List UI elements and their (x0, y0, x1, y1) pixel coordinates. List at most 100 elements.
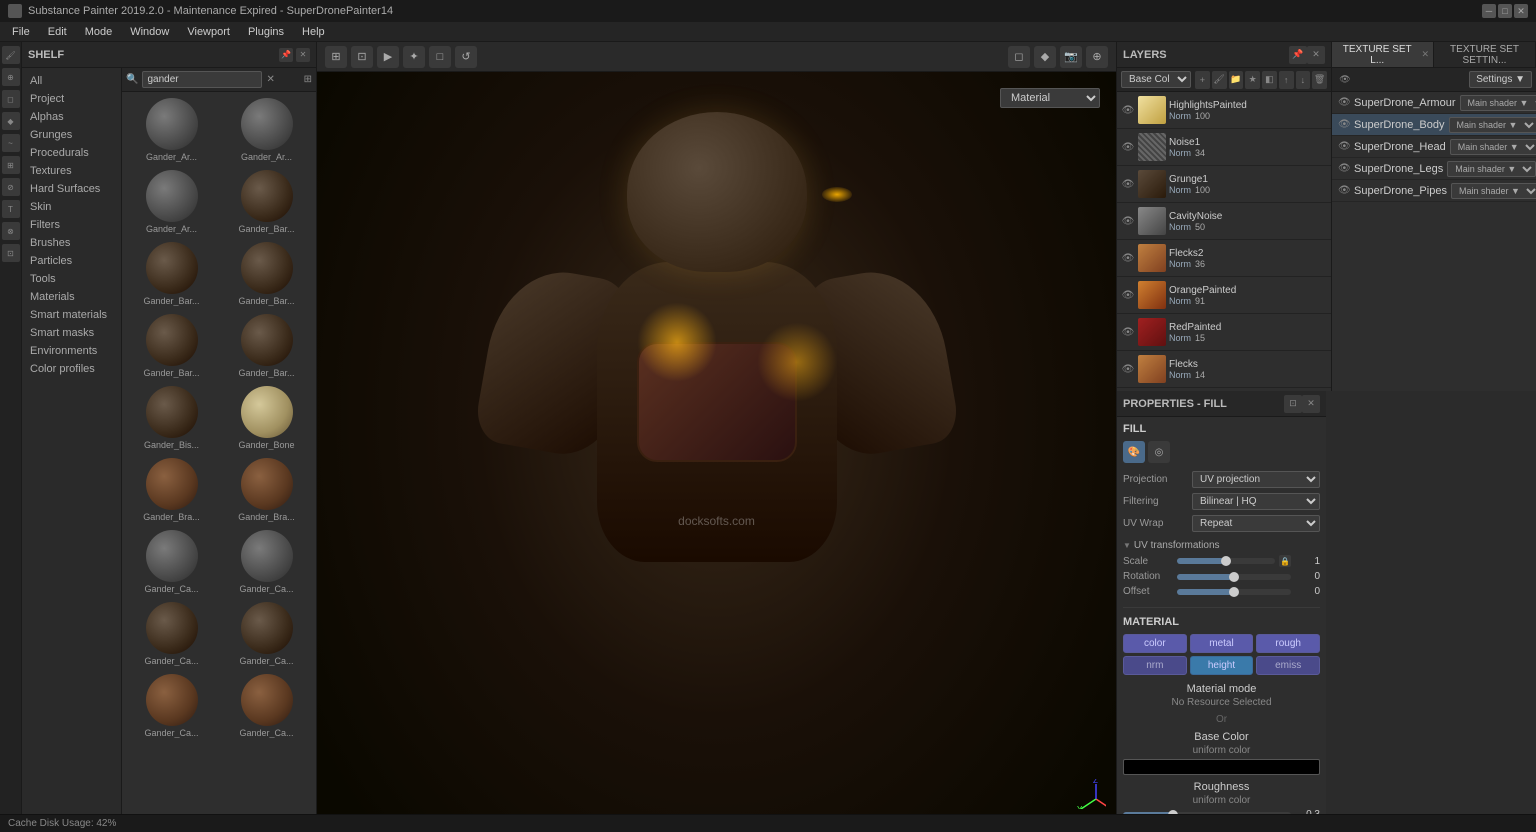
shelf-nav-materials[interactable]: Materials (22, 288, 121, 306)
uvwrap-select[interactable]: Repeat (1192, 515, 1320, 532)
shelf-item[interactable]: Gander_Bra... (221, 456, 312, 524)
maximize-button[interactable]: □ (1498, 4, 1512, 18)
vp-tool-grid[interactable]: ⊞ (325, 46, 347, 68)
ts-shader-select[interactable]: Main shader ▼ (1449, 117, 1536, 133)
shelf-nav-smart-materials[interactable]: Smart materials (22, 306, 121, 324)
layer-visibility[interactable]: 👁 (1121, 140, 1135, 154)
shelf-nav-grunges[interactable]: Grunges (22, 126, 121, 144)
layer-add-fill[interactable]: + (1195, 71, 1210, 89)
ts-settings-button[interactable]: Settings ▼ (1469, 71, 1532, 88)
shelf-nav-environments[interactable]: Environments (22, 342, 121, 360)
tool-measure[interactable]: ⊘ (2, 178, 20, 196)
rotation-thumb[interactable] (1229, 572, 1239, 582)
ts-item[interactable]: 👁 SuperDrone_Body Main shader ▼ (1332, 114, 1536, 136)
ts-tab-settings[interactable]: TEXTURE SET SETTIN... (1434, 42, 1536, 67)
shelf-nav-filters[interactable]: Filters (22, 216, 121, 234)
shelf-item[interactable]: Gander_Bar... (126, 240, 217, 308)
ts-visibility[interactable]: 👁 (1338, 185, 1350, 197)
layer-item[interactable]: 👁 Flecks2 Norm 36 (1117, 240, 1331, 277)
shelf-close-btn[interactable]: ✕ (296, 48, 310, 62)
ts-item[interactable]: 👁 SuperDrone_Pipes Main shader ▼ (1332, 180, 1536, 202)
layers-pin-btn[interactable]: 📌 (1289, 46, 1307, 64)
ts-tab-list[interactable]: TEXTURE SET L... ✕ (1332, 42, 1434, 67)
menu-plugins[interactable]: Plugins (240, 24, 292, 40)
layer-item[interactable]: 👁 CavityNoise Norm 50 (1117, 203, 1331, 240)
shelf-nav-brushes[interactable]: Brushes (22, 234, 121, 252)
menu-window[interactable]: Window (122, 24, 177, 40)
ts-item[interactable]: 👁 SuperDrone_Legs Main shader ▼ (1332, 158, 1536, 180)
tool-select[interactable]: ⊕ (2, 68, 20, 86)
shelf-nav-hard-surfaces[interactable]: Hard Surfaces (22, 180, 121, 198)
ts-visibility[interactable]: 👁 (1338, 141, 1350, 153)
scale-slider[interactable] (1177, 558, 1275, 564)
layer-visibility[interactable]: 👁 (1121, 177, 1135, 191)
material-dropdown[interactable]: Material (1000, 88, 1100, 108)
tool-extra2[interactable]: ⊡ (2, 244, 20, 262)
shelf-nav-project[interactable]: Project (22, 90, 121, 108)
channel-emiss[interactable]: emiss (1256, 656, 1320, 675)
vp-tool-rotate[interactable]: ↺ (455, 46, 477, 68)
shelf-item[interactable]: Gander_Ca... (126, 600, 217, 668)
layer-visibility[interactable]: 👁 (1121, 325, 1135, 339)
layer-item[interactable]: 👁 Flecks Norm 14 (1117, 351, 1331, 388)
menu-mode[interactable]: Mode (77, 24, 121, 40)
channel-metal[interactable]: metal (1190, 634, 1254, 653)
shelf-item[interactable]: Gander_Ca... (221, 528, 312, 596)
shelf-item[interactable]: Gander_Ca... (221, 672, 312, 740)
menu-viewport[interactable]: Viewport (179, 24, 238, 40)
shelf-item[interactable]: Gander_Bar... (221, 312, 312, 380)
ts-visibility[interactable]: 👁 (1338, 163, 1350, 175)
vp-tool-extra[interactable]: ⊕ (1086, 46, 1108, 68)
layer-visibility[interactable]: 👁 (1121, 362, 1135, 376)
shelf-item[interactable]: Gander_Bra... (126, 456, 217, 524)
fill-icon-env[interactable]: ◎ (1148, 441, 1170, 463)
shelf-item[interactable]: Gander_Ca... (126, 528, 217, 596)
ts-item[interactable]: 👁 SuperDrone_Armour Main shader ▼ (1332, 92, 1536, 114)
shelf-item[interactable]: Gander_Ca... (221, 600, 312, 668)
layer-visibility[interactable]: 👁 (1121, 288, 1135, 302)
ts-visibility[interactable]: 👁 (1338, 97, 1350, 109)
layer-visibility[interactable]: 👁 (1121, 214, 1135, 228)
layer-down[interactable]: ↓ (1296, 71, 1311, 89)
layer-up[interactable]: ↑ (1279, 71, 1294, 89)
fill-icon-paint[interactable]: 🎨 (1123, 441, 1145, 463)
offset-slider[interactable] (1177, 589, 1291, 595)
vp-tool-3d[interactable]: ◆ (1034, 46, 1056, 68)
ts-tab1-close[interactable]: ✕ (1421, 49, 1429, 60)
shelf-item[interactable]: Gander_Ar... (126, 96, 217, 164)
channel-height[interactable]: height (1190, 656, 1254, 675)
shelf-nav-procedurals[interactable]: Procedurals (22, 144, 121, 162)
menu-file[interactable]: File (4, 24, 38, 40)
layer-visibility[interactable]: 👁 (1121, 251, 1135, 265)
shelf-grid-toggle[interactable]: ⊞ (304, 74, 312, 85)
shelf-item[interactable]: Gander_Bar... (126, 312, 217, 380)
vp-tool-anim[interactable]: ▶ (377, 46, 399, 68)
menu-edit[interactable]: Edit (40, 24, 75, 40)
prop-close-btn[interactable]: ✕ (1302, 395, 1320, 413)
prop-expand-btn[interactable]: ⊡ (1284, 395, 1302, 413)
ts-item[interactable]: 👁 SuperDrone_Head Main shader ▼ (1332, 136, 1536, 158)
offset-thumb[interactable] (1229, 587, 1239, 597)
layer-add-paint[interactable]: 🖌 (1212, 71, 1227, 89)
layer-visibility[interactable]: 👁 (1121, 103, 1135, 117)
shelf-item[interactable]: Gander_Bar... (221, 168, 312, 236)
vp-tool-quad[interactable]: ⊡ (351, 46, 373, 68)
close-button[interactable]: ✕ (1514, 4, 1528, 18)
shelf-nav-particles[interactable]: Particles (22, 252, 121, 270)
tool-text[interactable]: T (2, 200, 20, 218)
shelf-item[interactable]: Gander_Bar... (221, 240, 312, 308)
ts-visibility[interactable]: 👁 (1338, 119, 1350, 131)
tool-fill[interactable]: ◆ (2, 112, 20, 130)
shelf-nav-smart-masks[interactable]: Smart masks (22, 324, 121, 342)
filtering-select[interactable]: Bilinear | HQ (1192, 493, 1320, 510)
channel-rough[interactable]: rough (1256, 634, 1320, 653)
ts-shader-select[interactable]: Main shader ▼ (1460, 95, 1536, 111)
vp-tool-frame[interactable]: □ (429, 46, 451, 68)
layer-item[interactable]: 👁 OrangePainted Norm 91 (1117, 277, 1331, 314)
shelf-nav-textures[interactable]: Textures (22, 162, 121, 180)
shelf-nav-skin[interactable]: Skin (22, 198, 121, 216)
tool-clone[interactable]: ⊞ (2, 156, 20, 174)
vp-tool-2d[interactable]: ◻ (1008, 46, 1030, 68)
layer-delete[interactable]: 🗑 (1312, 71, 1327, 89)
layer-mask[interactable]: ◧ (1262, 71, 1277, 89)
